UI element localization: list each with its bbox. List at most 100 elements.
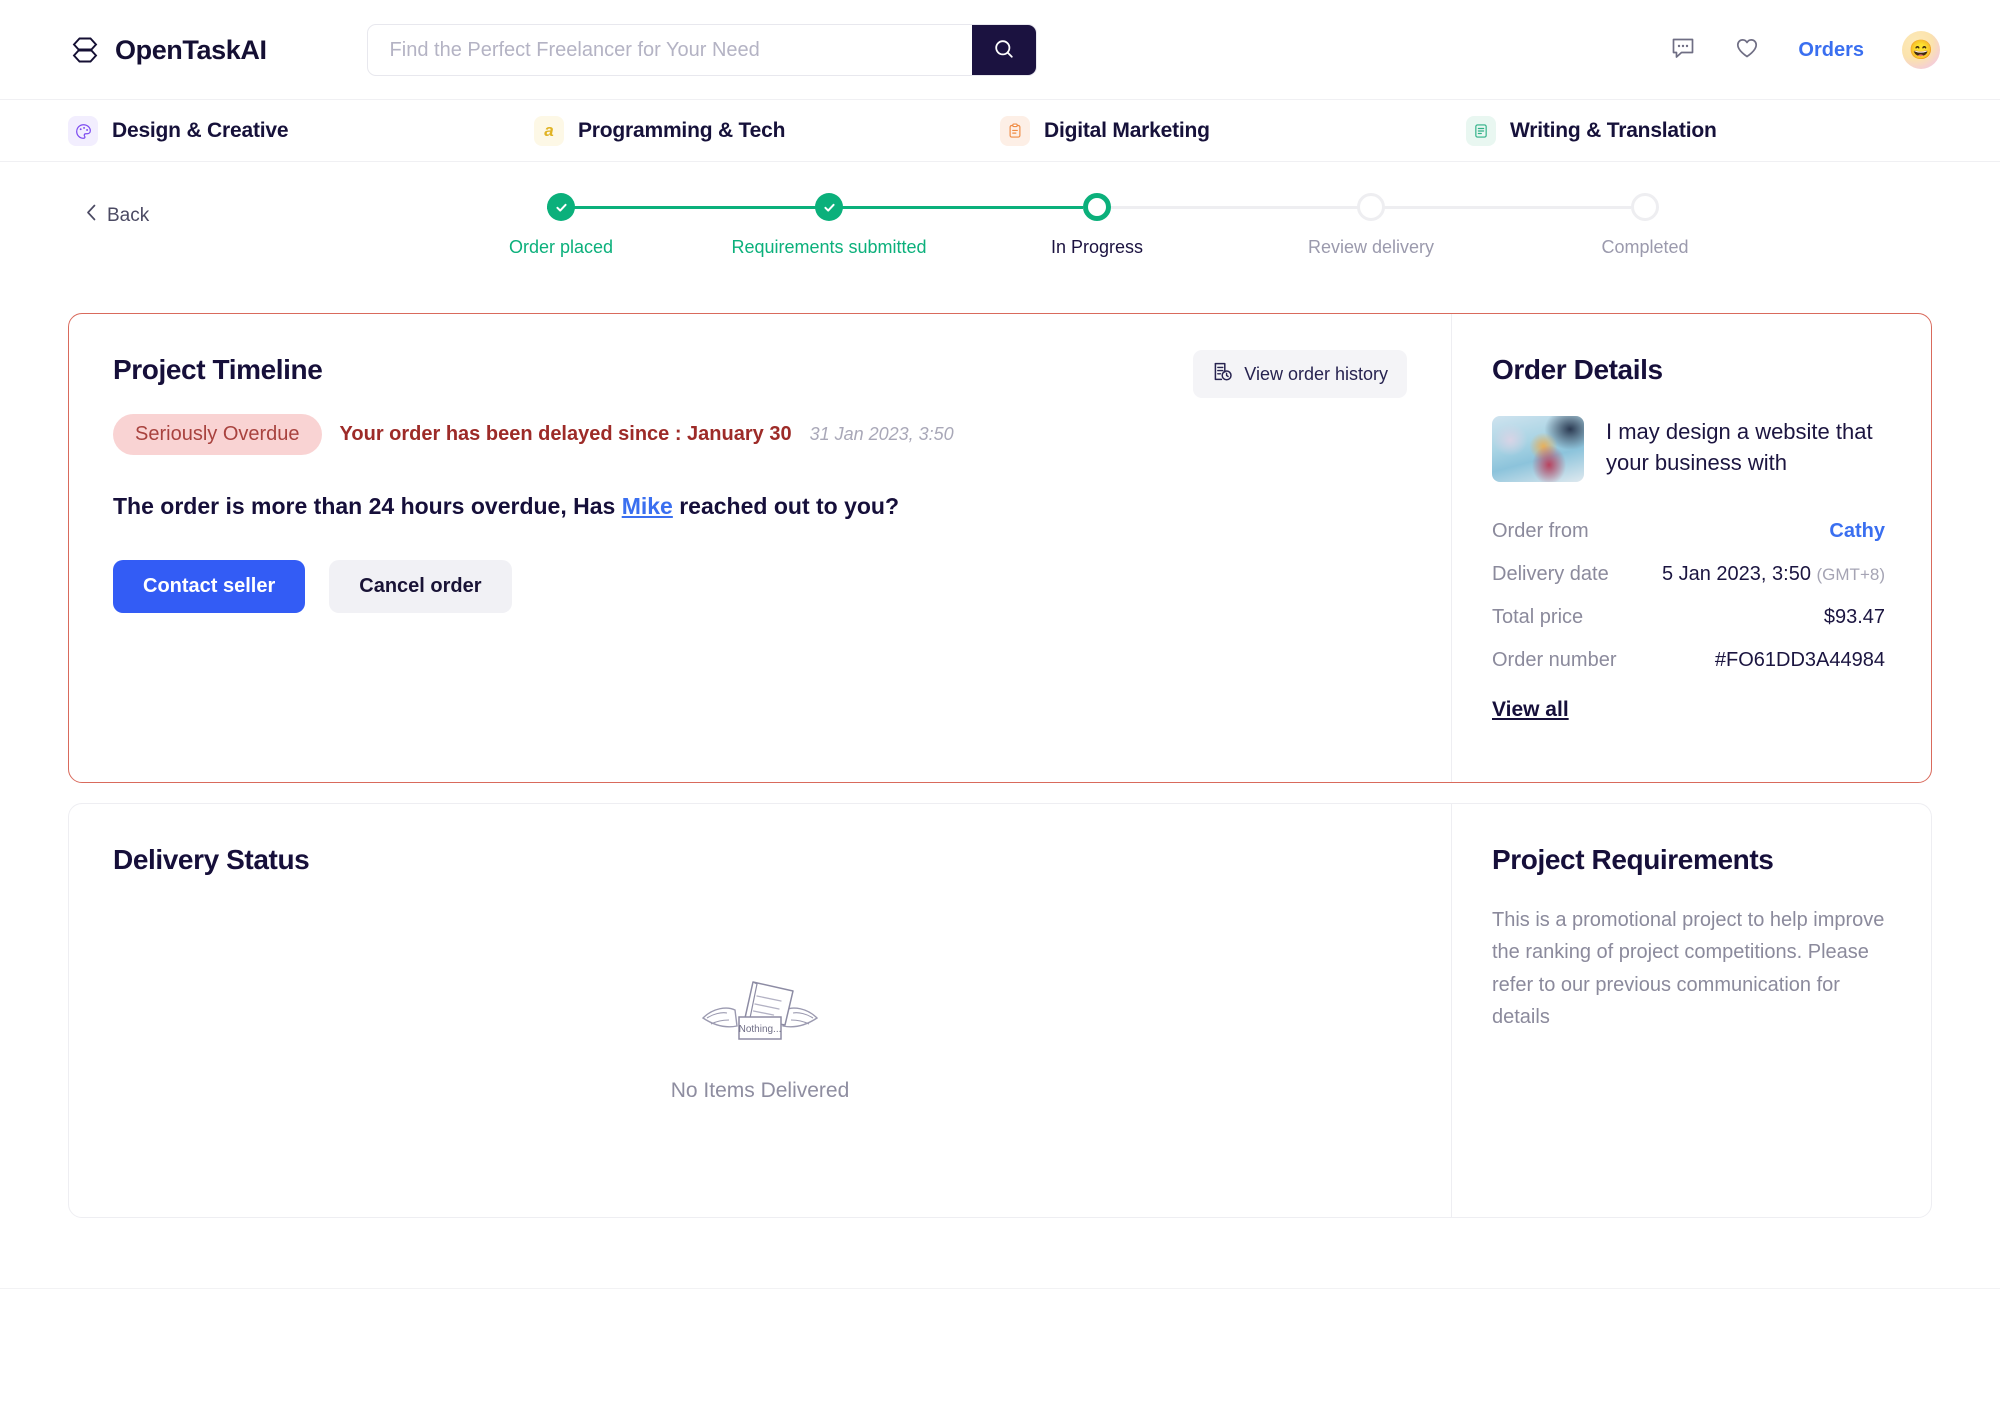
order-detail-row-order-number: Order number #FO61DD3A44984 — [1492, 639, 1885, 682]
project-timeline-panel: Project Timeline View order history Seri… — [69, 314, 1451, 782]
avatar[interactable]: 😄 — [1902, 31, 1940, 69]
project-requirements-panel: Project Requirements This is a promotion… — [1451, 804, 1931, 1217]
step-dot-todo — [1357, 193, 1385, 221]
order-details-title: Order Details — [1492, 354, 1663, 385]
chevron-left-icon — [86, 204, 97, 227]
delivery-status-panel: Delivery Status Nothing... No Items Deli… — [69, 804, 1451, 1217]
stepper-step-order-placed[interactable]: Order placed — [431, 193, 691, 258]
step-dot-todo — [1631, 193, 1659, 221]
step-label: Order placed — [508, 237, 614, 257]
delay-message: Your order has been delayed since : Janu… — [339, 423, 792, 445]
order-detail-row-delivery-date: Delivery date 5 Jan 2023, 3:50 (GMT+8) — [1492, 553, 1885, 596]
header-actions: Orders 😄 — [1666, 31, 1940, 69]
stepper-step-review-delivery[interactable]: Review delivery — [1241, 193, 1501, 258]
detail-value-price: $93.47 — [1823, 606, 1885, 628]
overdue-question: The order is more than 24 hours overdue,… — [113, 493, 1407, 520]
detail-value-seller[interactable]: Cathy — [1829, 520, 1885, 543]
cancel-order-button[interactable]: Cancel order — [329, 560, 512, 613]
top-header: OpenTaskAI Find the Perfect Freelancer f… — [0, 0, 2000, 100]
delivery-status-card: Delivery Status Nothing... No Items Deli… — [68, 803, 1932, 1218]
back-button[interactable]: Back — [86, 204, 149, 227]
project-requirements-body: This is a promotional project to help im… — [1492, 909, 1885, 1029]
order-item-title: I may design a website that your busines… — [1606, 419, 1873, 476]
delivery-status-title: Delivery Status — [113, 844, 310, 875]
step-label: Completed — [1601, 237, 1689, 257]
view-order-history-button[interactable]: View order history — [1193, 350, 1407, 398]
delay-timestamp: 31 Jan 2023, 3:50 — [809, 424, 954, 444]
detail-key: Order number — [1492, 649, 1617, 671]
timezone-suffix: (GMT+8) — [1816, 565, 1885, 584]
detail-value: 5 Jan 2023, 3:50 (GMT+8) — [1662, 563, 1885, 586]
search-input[interactable] — [367, 25, 972, 75]
favorites-button[interactable] — [1730, 33, 1764, 67]
order-history-icon — [1212, 361, 1233, 387]
overdue-alert-row: Seriously Overdue Your order has been de… — [113, 414, 1407, 455]
step-label: In Progress — [1050, 237, 1144, 257]
detail-key: Order from — [1492, 520, 1589, 542]
stepper-connector — [1357, 206, 1631, 209]
empty-state-label: No Items Delivered — [670, 1079, 850, 1102]
orders-link[interactable]: Orders — [1798, 39, 1864, 62]
category-writing-translation[interactable]: Writing & Translation — [1466, 116, 1932, 146]
stepper-connector — [1083, 206, 1357, 209]
page-bottom-divider — [0, 1288, 2000, 1419]
order-progress-stepper: Order placed Requirements submitted In P… — [430, 193, 1689, 283]
step-dot-done — [815, 193, 843, 221]
detail-value-order-number: #FO61DD3A44984 — [1714, 649, 1885, 671]
stepper-connector — [815, 206, 1083, 209]
project-timeline-card: Project Timeline View order history Seri… — [68, 313, 1932, 783]
heart-icon — [1734, 35, 1760, 66]
status-badge: Seriously Overdue — [113, 414, 322, 455]
main-content: Back Order placed Requirements submitted — [0, 162, 2000, 1288]
step-dot-current — [1083, 193, 1111, 221]
category-label: Programming & Tech — [578, 119, 786, 142]
brand-logo[interactable]: OpenTaskAI — [68, 33, 267, 67]
project-requirements-title: Project Requirements — [1492, 844, 1774, 875]
question-text-pre: The order is more than 24 hours overdue,… — [113, 493, 622, 519]
contact-seller-button[interactable]: Contact seller — [113, 560, 306, 613]
order-item[interactable]: I may design a website that your busines… — [1492, 416, 1885, 482]
stepper-step-requirements-submitted[interactable]: Requirements submitted — [699, 193, 959, 258]
search-button[interactable] — [971, 25, 1036, 75]
view-order-history-label: View order history — [1244, 363, 1388, 384]
detail-key: Delivery date — [1492, 563, 1609, 585]
category-programming-tech[interactable]: a Programming & Tech — [534, 116, 1000, 146]
category-label: Writing & Translation — [1510, 119, 1717, 142]
step-label: Requirements submitted — [731, 237, 927, 257]
palette-icon — [68, 116, 98, 146]
question-text-post: reached out to you? — [672, 493, 900, 519]
order-detail-row-total-price: Total price $93.47 — [1492, 596, 1885, 639]
hexagon-loop-logo-icon — [68, 33, 102, 67]
stepper-connector — [547, 206, 815, 209]
order-details-rows: Order from Cathy Delivery date 5 Jan 202… — [1492, 510, 1885, 682]
stepper-step-completed[interactable]: Completed — [1515, 193, 1775, 258]
step-dot-done — [547, 193, 575, 221]
back-label: Back — [107, 204, 150, 226]
category-nav: Design & Creative a Programming & Tech D… — [0, 100, 2000, 162]
detail-key: Total price — [1492, 606, 1584, 628]
chat-bubble-icon — [1670, 35, 1696, 66]
category-digital-marketing[interactable]: Digital Marketing — [1000, 116, 1466, 146]
category-label: Digital Marketing — [1044, 119, 1210, 142]
category-design-creative[interactable]: Design & Creative — [68, 116, 534, 146]
seller-name-link[interactable]: Mike — [622, 493, 673, 519]
view-all-link[interactable]: View all — [1492, 698, 1569, 722]
step-label: Review delivery — [1307, 237, 1435, 257]
gig-thumbnail-image — [1492, 416, 1584, 482]
search-icon — [993, 38, 1015, 63]
document-lines-icon — [1466, 116, 1496, 146]
svg-text:Nothing...: Nothing... — [739, 1024, 782, 1035]
clipboard-icon — [1000, 116, 1030, 146]
user-avatar-smiley: 😄 — [1909, 40, 1933, 61]
timeline-actions: Contact seller Cancel order — [113, 560, 1407, 613]
empty-state: Nothing... No Items Delivered — [113, 968, 1407, 1103]
messages-button[interactable] — [1666, 33, 1700, 67]
order-details-panel: Order Details I may design a website tha… — [1451, 314, 1931, 782]
search-bar — [366, 24, 1037, 76]
code-a-icon: a — [534, 116, 564, 146]
stepper-step-in-progress[interactable]: In Progress — [967, 193, 1227, 258]
flying-envelope-nothing-icon: Nothing... — [695, 968, 825, 1059]
category-label: Design & Creative — [112, 119, 289, 142]
brand-name: OpenTaskAI — [115, 34, 267, 65]
delivery-date-value: 5 Jan 2023, 3:50 — [1661, 563, 1811, 585]
